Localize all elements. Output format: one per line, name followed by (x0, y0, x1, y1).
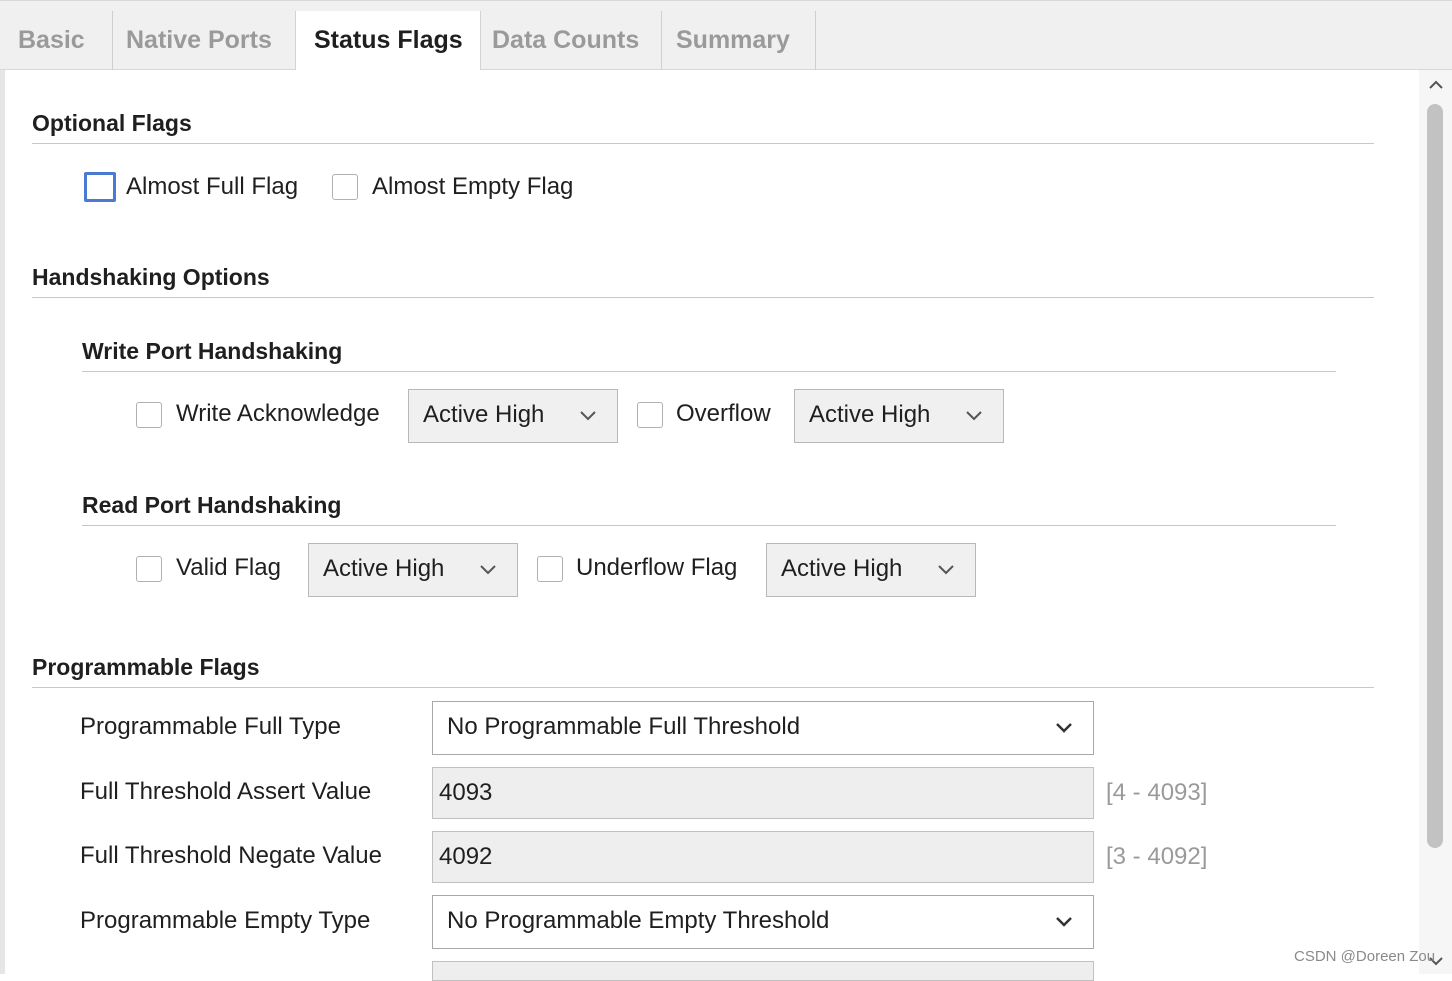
full-threshold-assert-input[interactable]: 4093 (432, 767, 1094, 819)
programmable-full-type-label: Programmable Full Type (80, 713, 341, 740)
full-threshold-negate-input[interactable]: 4092 (432, 831, 1094, 883)
overflow-checkbox[interactable] (637, 402, 663, 428)
status-flags-panel: Optional Flags Almost Full Flag Almost E… (5, 70, 1419, 981)
tab-label: Status Flags (314, 26, 463, 54)
programmable-flags-title: Programmable Flags (32, 654, 260, 680)
write-port-handshaking-title: Write Port Handshaking (82, 338, 343, 364)
chevron-down-icon (966, 411, 982, 421)
chevron-up-icon[interactable] (1425, 76, 1447, 94)
overflow-label[interactable]: Overflow (676, 400, 771, 428)
programmable-full-type-select[interactable]: No Programmable Full Threshold (432, 701, 1094, 755)
full-threshold-assert-range: [4 - 4093] (1106, 779, 1208, 806)
selected-value: Active High (423, 401, 545, 428)
underflow-flag-checkbox[interactable] (537, 556, 563, 582)
optional-flags-title: Optional Flags (32, 110, 192, 136)
underflow-flag-polarity-select[interactable]: Active High (766, 543, 976, 597)
selected-value: No Programmable Full Threshold (447, 713, 801, 740)
read-port-handshaking-title: Read Port Handshaking (82, 492, 342, 518)
chevron-down-icon (938, 565, 954, 575)
section-divider (32, 143, 1374, 144)
programmable-empty-type-label: Programmable Empty Type (80, 907, 371, 934)
tab-data-counts[interactable]: Data Counts (474, 11, 662, 71)
write-acknowledge-label[interactable]: Write Acknowledge (176, 400, 380, 428)
full-threshold-assert-label: Full Threshold Assert Value (80, 778, 372, 805)
tab-status-flags[interactable]: Status Flags (295, 11, 481, 73)
selected-value: No Programmable Empty Threshold (447, 907, 830, 934)
selected-value: Active High (809, 401, 931, 428)
underflow-flag-label[interactable]: Underflow Flag (576, 554, 737, 582)
almost-full-checkbox[interactable] (84, 172, 116, 202)
tab-label: Summary (676, 26, 790, 54)
valid-flag-polarity-select[interactable]: Active High (308, 543, 518, 597)
valid-flag-checkbox[interactable] (136, 556, 162, 582)
tab-label: Basic (18, 26, 85, 54)
write-acknowledge-checkbox[interactable] (136, 402, 162, 428)
watermark: CSDN @Doreen Zou (1294, 948, 1436, 965)
almost-empty-checkbox[interactable] (332, 174, 358, 200)
full-threshold-negate-label: Full Threshold Negate Value (80, 842, 382, 869)
almost-full-label[interactable]: Almost Full Flag (126, 173, 298, 201)
section-divider (32, 297, 1374, 298)
section-divider (82, 525, 1336, 526)
almost-empty-label[interactable]: Almost Empty Flag (372, 173, 573, 201)
section-divider (32, 687, 1374, 688)
selected-value: Active High (781, 555, 903, 582)
tab-bar: Basic Native Ports Status Flags Data Cou… (0, 0, 1452, 73)
programmable-empty-type-select[interactable]: No Programmable Empty Threshold (432, 895, 1094, 949)
chevron-down-icon (580, 411, 596, 421)
scrollbar-thumb[interactable] (1427, 104, 1443, 848)
chevron-down-icon (480, 565, 496, 575)
tab-native-ports[interactable]: Native Ports (108, 11, 296, 71)
section-divider (82, 371, 1336, 372)
selected-value: Active High (323, 555, 445, 582)
tab-basic[interactable]: Basic (0, 11, 113, 71)
overflow-polarity-select[interactable]: Active High (794, 389, 1004, 443)
full-threshold-negate-range: [3 - 4092] (1106, 843, 1208, 870)
tab-summary[interactable]: Summary (658, 11, 816, 71)
chevron-down-icon (1056, 917, 1072, 927)
tab-label: Data Counts (492, 26, 640, 54)
valid-flag-label[interactable]: Valid Flag (176, 554, 281, 582)
chevron-down-icon (1056, 723, 1072, 733)
tab-label: Native Ports (126, 26, 272, 54)
empty-threshold-input-partial[interactable] (432, 961, 1094, 981)
handshaking-options-title: Handshaking Options (32, 264, 270, 290)
vertical-scrollbar[interactable] (1419, 70, 1452, 974)
write-acknowledge-polarity-select[interactable]: Active High (408, 389, 618, 443)
